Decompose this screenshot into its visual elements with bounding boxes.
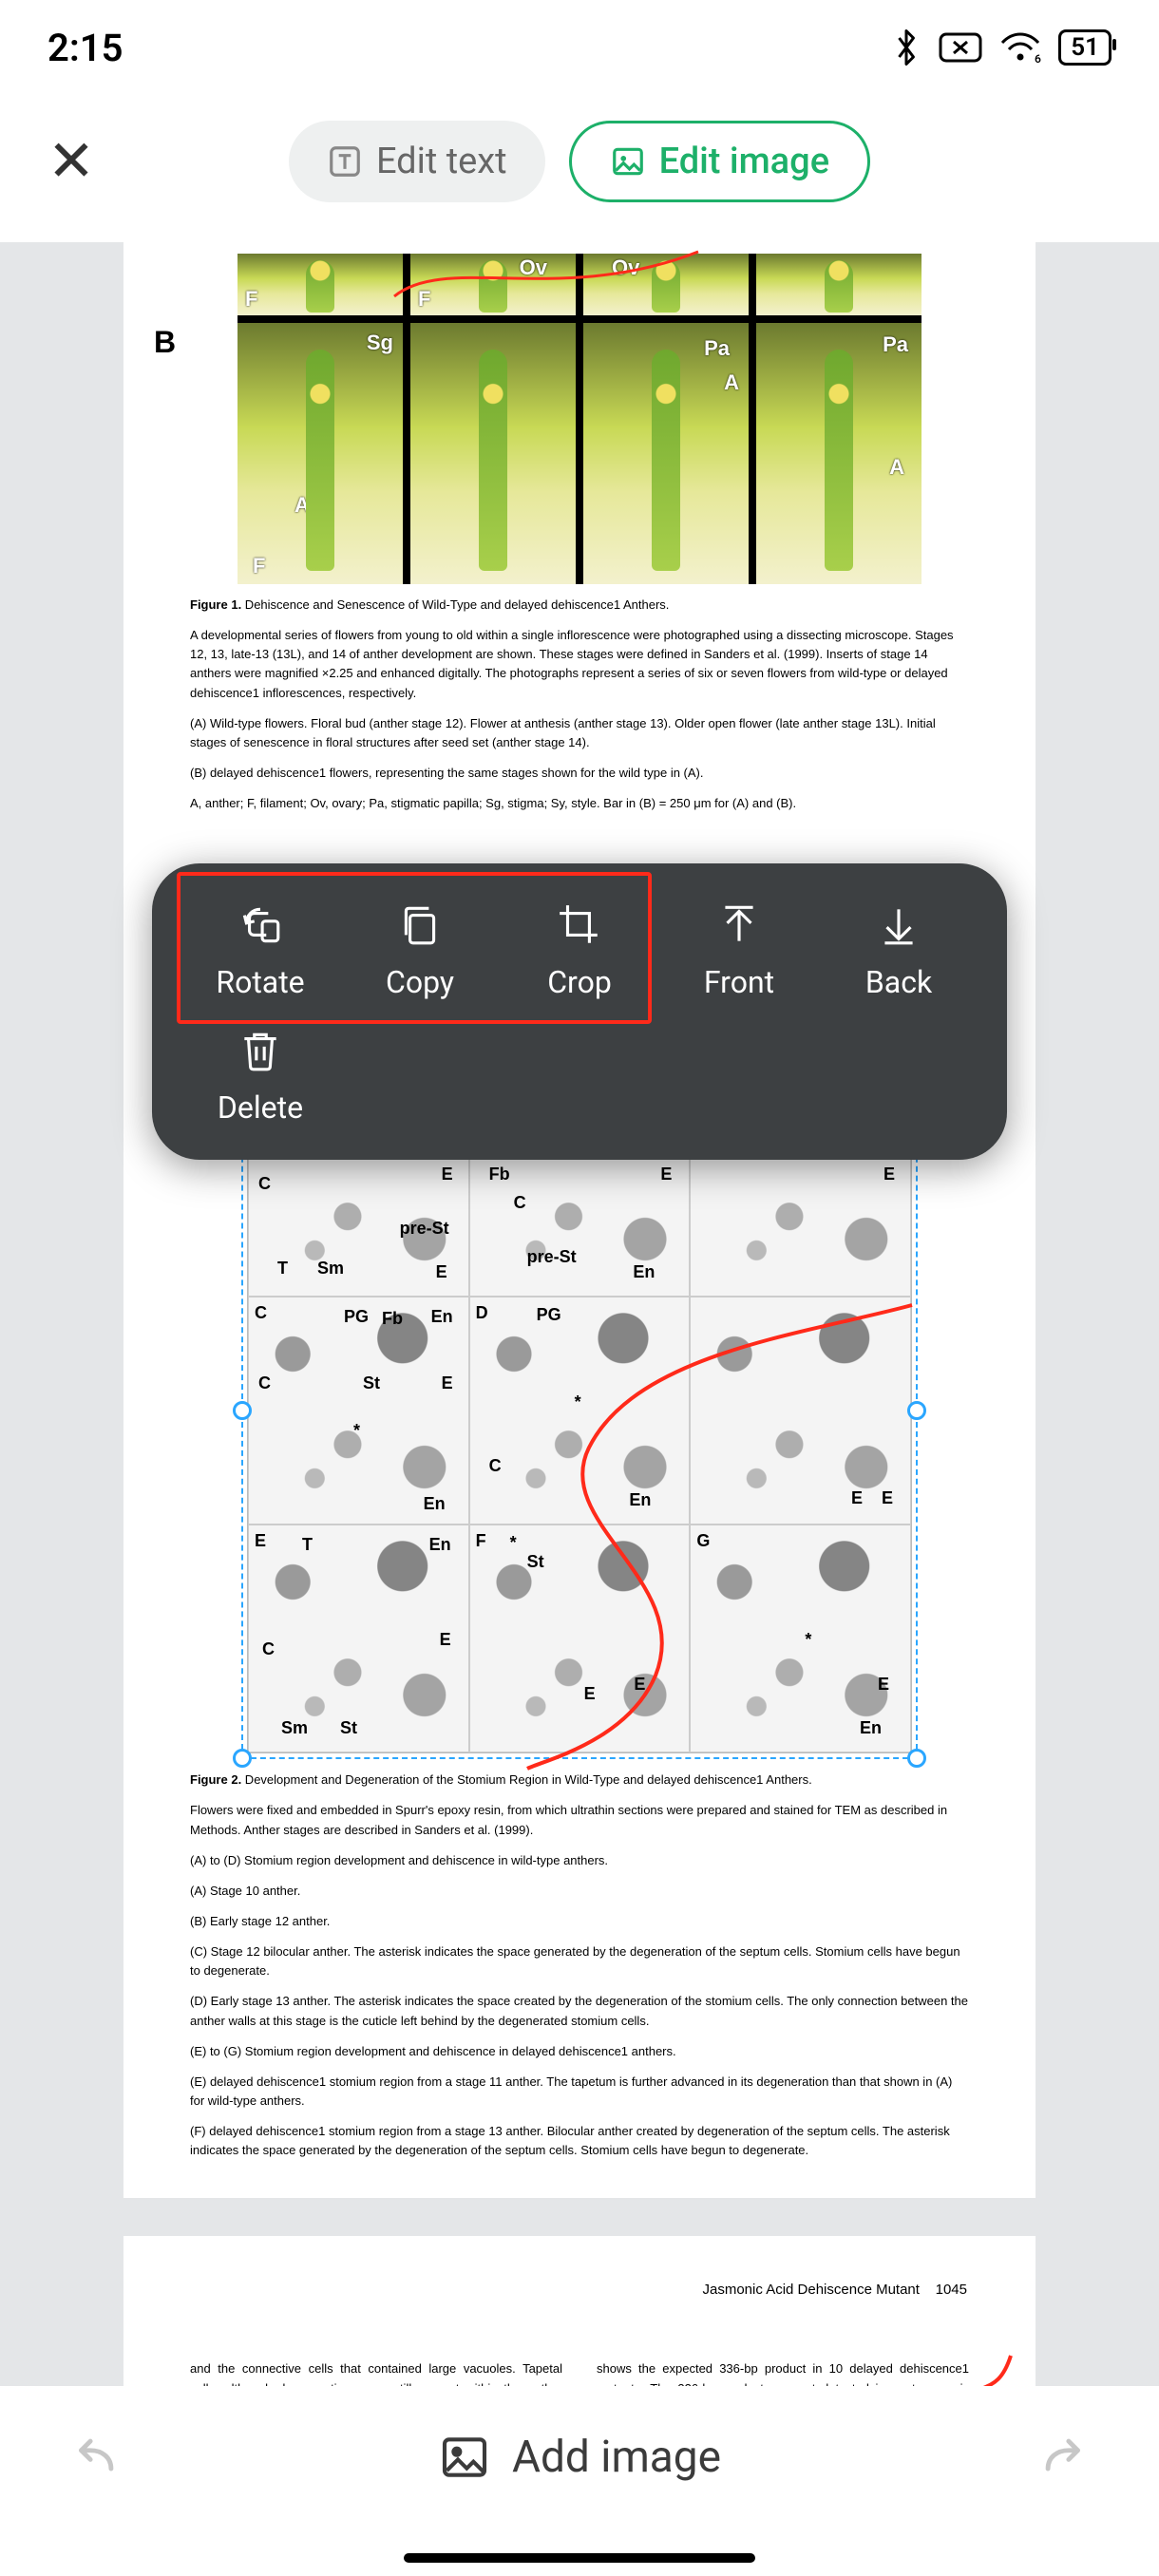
arrow-up-icon [715, 901, 763, 949]
rotate-button[interactable]: Rotate [180, 892, 340, 1010]
add-image-label: Add image [512, 2432, 721, 2483]
pdf-page-1[interactable]: B F OvF Ov SgAF A PaA PaA Fig [124, 242, 1036, 2198]
fig2-cap-p9: (F) delayed dehiscence1 stomium region f… [190, 2122, 969, 2160]
add-image-button[interactable]: Add image [438, 2431, 721, 2484]
delete-button[interactable]: Delete [180, 1017, 340, 1135]
edit-image-chip[interactable]: Edit image [569, 121, 870, 202]
svg-text:6: 6 [1035, 52, 1041, 64]
send-back-button[interactable]: Back [819, 892, 978, 1010]
status-time: 2:15 [48, 26, 123, 70]
editor-header: ✕ Edit text Edit image [0, 95, 1159, 228]
fig2-cap-p5: (C) Stage 12 bilocular anther. The aster… [190, 1942, 969, 1980]
fig2-cap-p6: (D) Early stage 13 anther. The asterisk … [190, 1992, 969, 2030]
running-head: Jasmonic Acid Dehiscence Mutant 1045 [703, 2282, 968, 2298]
figure-2-caption: Figure 2. Development and Degeneration o… [190, 1771, 969, 1790]
fig2-cap-p2: (A) to (D) Stomium region development an… [190, 1851, 969, 1870]
pdf-page-2[interactable]: Jasmonic Acid Dehiscence Mutant 1045 and… [124, 2236, 1036, 2386]
fig2-cap-p7: (E) to (G) Stomium region development an… [190, 2042, 969, 2061]
fig1-panel-B-label: B [154, 325, 176, 360]
copy-button[interactable]: Copy [340, 892, 500, 1010]
fig2-cap-p4: (B) Early stage 12 anther. [190, 1912, 969, 1931]
undo-button[interactable] [57, 2419, 133, 2495]
figure-1-caption-legend: A, anther; F, filament; Ov, ovary; Pa, s… [190, 794, 969, 813]
figure-1-caption: Figure 1. Dehiscence and Senescence of W… [190, 596, 969, 615]
figure-2-image[interactable]: AEnTCESmTpre-StE BPGpre-StEnSmFbCEpre-St… [247, 1068, 912, 1753]
fig2-cap-p1: Flowers were fixed and embedded in Spurr… [190, 1801, 969, 1839]
bluetooth-icon [891, 28, 922, 66]
trash-icon [237, 1027, 284, 1074]
cast-close-icon [939, 30, 982, 65]
image-context-menu: Rotate Copy Crop Front Back Delete [152, 863, 1007, 1160]
page2-body: and the connective cells that contained … [190, 2359, 969, 2386]
edit-text-label: Edit text [376, 141, 507, 182]
selection-handle-bl[interactable] [233, 1749, 252, 1768]
add-image-icon [438, 2431, 491, 2484]
redo-icon [1036, 2430, 1092, 2485]
bottom-toolbar: Add image [0, 2386, 1159, 2576]
figure-1-image[interactable]: F OvF Ov SgAF A PaA PaA [238, 254, 922, 584]
figure-2-wrapper[interactable]: AEnTCESmTpre-StE BPGpre-StEnSmFbCEpre-St… [247, 1068, 912, 1753]
selection-handle-br[interactable] [907, 1749, 926, 1768]
crop-icon [556, 901, 603, 949]
document-canvas[interactable]: B F OvF Ov SgAF A PaA PaA Fig [0, 242, 1159, 2386]
edit-image-label: Edit image [659, 141, 829, 182]
gesture-bar[interactable] [404, 2553, 755, 2563]
selection-handle-mr[interactable] [907, 1401, 926, 1420]
copy-icon [396, 901, 444, 949]
figure-1-caption-A: (A) Wild-type flowers. Floral bud (anthe… [190, 714, 969, 752]
arrow-down-icon [875, 901, 922, 949]
image-icon [610, 143, 646, 180]
fig2-cap-p3: (A) Stage 10 anther. [190, 1882, 969, 1901]
wifi-icon: 6 [999, 31, 1041, 64]
status-right: 6 51 [891, 28, 1112, 66]
edit-text-chip[interactable]: Edit text [289, 121, 545, 202]
status-bar: 2:15 6 51 [0, 0, 1159, 95]
text-icon [327, 143, 363, 180]
close-button[interactable]: ✕ [38, 133, 104, 190]
rotate-icon [237, 901, 284, 949]
figure-1-caption-B: (B) delayed dehiscence1 flowers, represe… [190, 764, 969, 783]
battery-indicator: 51 [1058, 29, 1112, 66]
mode-chips: Edit text Edit image [142, 121, 1016, 202]
bring-front-button[interactable]: Front [659, 892, 819, 1010]
figure-1-caption-body: A developmental series of flowers from y… [190, 626, 969, 703]
undo-icon [67, 2430, 123, 2485]
fig2-cap-p8: (E) delayed dehiscence1 stomium region f… [190, 2073, 969, 2111]
crop-button[interactable]: Crop [500, 892, 659, 1010]
redo-button[interactable] [1026, 2419, 1102, 2495]
